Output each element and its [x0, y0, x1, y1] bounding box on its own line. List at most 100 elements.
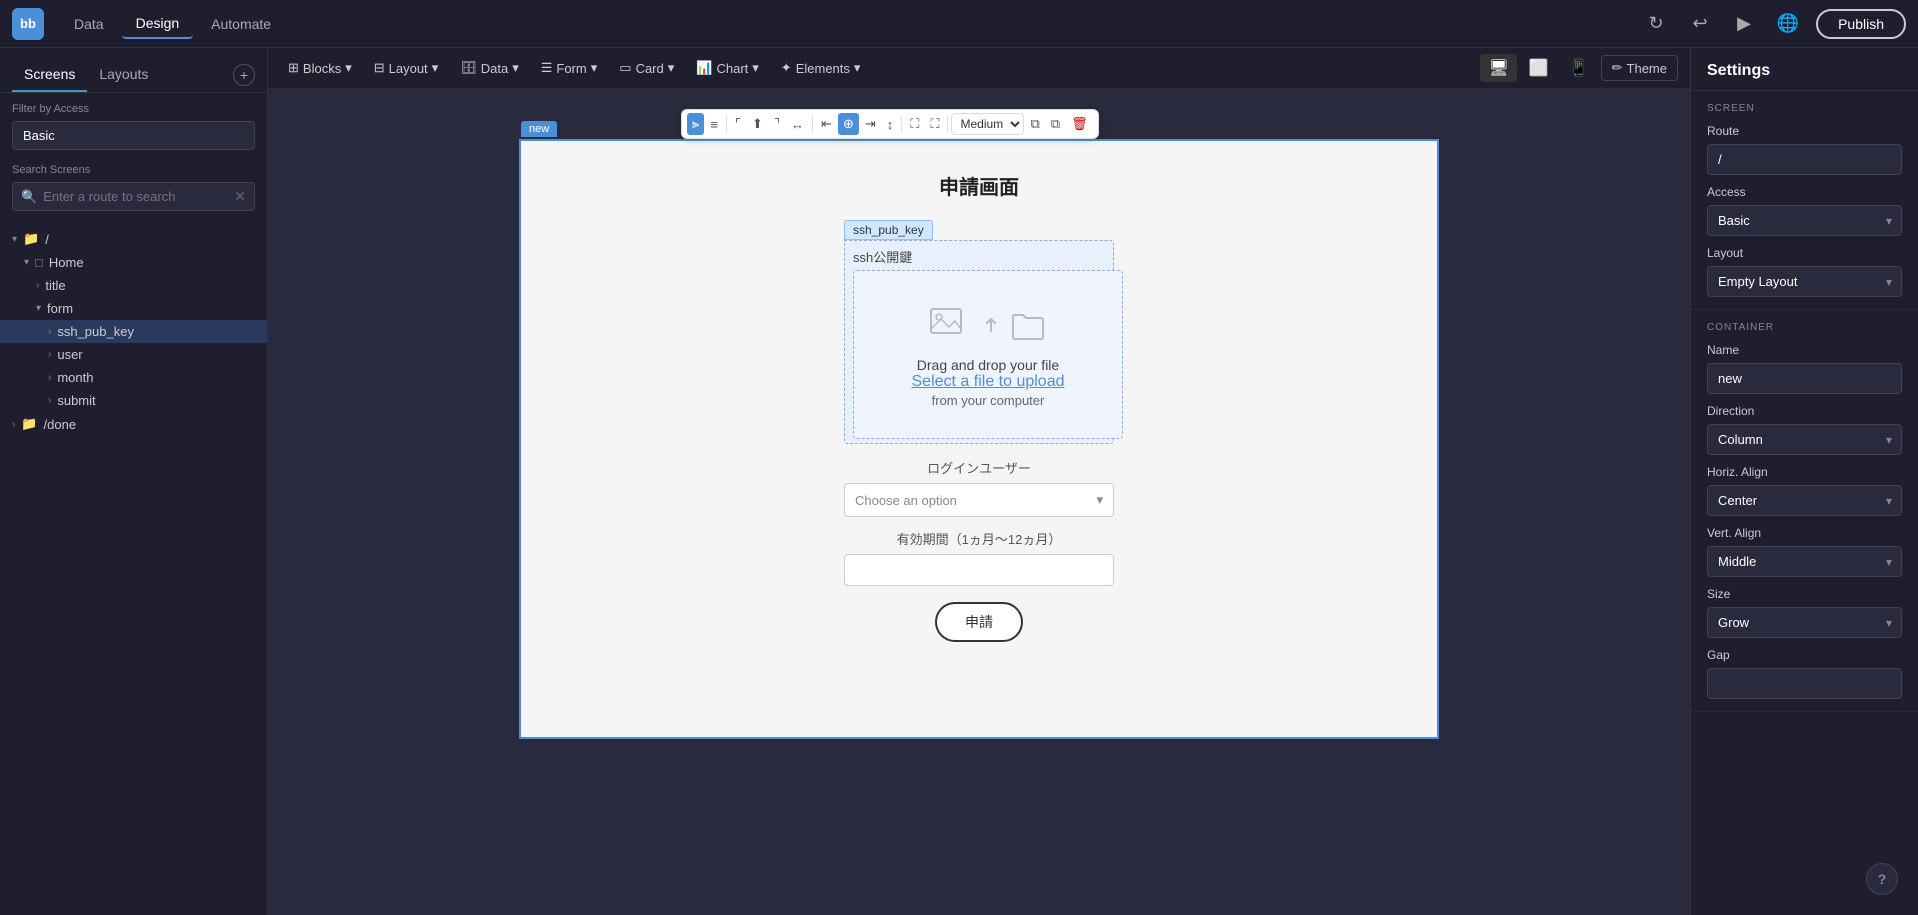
- shrink-button[interactable]: ⛶: [905, 113, 924, 135]
- chevron-right-icon: ›: [48, 372, 51, 383]
- undo-icon[interactable]: ↩: [1684, 8, 1716, 40]
- globe-icon[interactable]: 🌐: [1772, 8, 1804, 40]
- access-label: Access: [1707, 185, 1902, 199]
- submit-button[interactable]: 申請: [935, 602, 1023, 642]
- align-right-button[interactable]: ⇥: [860, 113, 881, 135]
- horiz-align-select[interactable]: Center Start End Stretch: [1707, 485, 1902, 516]
- ssh-field-label: ssh公開鍵: [853, 247, 1105, 266]
- vert-align-select[interactable]: Middle Top Bottom: [1707, 546, 1902, 577]
- search-input[interactable]: [43, 189, 234, 204]
- card-menu[interactable]: ▭ Card ▾: [611, 56, 682, 80]
- image-icon: [929, 301, 973, 345]
- route-input[interactable]: [1707, 144, 1902, 175]
- chart-menu[interactable]: 📊 Chart ▾: [688, 56, 767, 80]
- container-section: CONTAINER Name Direction Column Row Hori…: [1691, 310, 1918, 712]
- copy-button[interactable]: ⧉: [1025, 113, 1044, 135]
- align-left-button[interactable]: ⇤: [816, 113, 837, 135]
- tree-item-title[interactable]: › title: [0, 274, 267, 297]
- search-clear-button[interactable]: ✕: [234, 188, 246, 205]
- tablet-view-button[interactable]: ⬜: [1521, 54, 1557, 82]
- desktop-view-button[interactable]: 🖥: [1480, 54, 1516, 82]
- file-upload-box[interactable]: Drag and drop your file Select a file to…: [853, 270, 1123, 439]
- duplicate-button[interactable]: ⧉: [1046, 113, 1065, 135]
- layout-select-wrapper: Empty Layout Default Layout: [1707, 266, 1902, 297]
- data-menu[interactable]: 🗄 Data ▾: [452, 56, 527, 80]
- chevron-down-icon: ▾: [12, 234, 17, 245]
- tree-item-root[interactable]: ▾ 📁 /: [0, 227, 267, 251]
- tree-item-done[interactable]: › 📁 /done: [0, 412, 267, 436]
- elements-menu[interactable]: ✦ Elements ▾: [773, 56, 869, 80]
- chevron-down-icon: ▾: [752, 60, 759, 76]
- chevron-right-icon: ›: [48, 349, 51, 360]
- expand-button[interactable]: ⛶: [925, 113, 944, 135]
- drag-drop-text: Drag and drop your file: [917, 357, 1059, 373]
- name-input[interactable]: [1707, 363, 1902, 394]
- tree-item-month[interactable]: › month: [0, 366, 267, 389]
- align-top-center-button[interactable]: ⬆: [747, 113, 768, 135]
- size-select[interactable]: Grow Shrink Fixed: [1707, 607, 1902, 638]
- login-dropdown[interactable]: Choose an option ▾: [844, 483, 1114, 517]
- delete-button[interactable]: 🗑: [1066, 113, 1093, 135]
- align-stretch-v-button[interactable]: ↕: [882, 114, 899, 135]
- tree-item-home[interactable]: ▾ □ Home: [0, 251, 267, 274]
- blocks-icon: ⊞: [288, 60, 299, 76]
- form-menu[interactable]: ☰ Form ▾: [533, 56, 606, 80]
- upload-subtext: from your computer: [932, 393, 1045, 408]
- nav-tab-automate[interactable]: Automate: [197, 9, 285, 39]
- nav-tab-data[interactable]: Data: [60, 9, 118, 39]
- container-section-label: CONTAINER: [1707, 322, 1902, 333]
- chevron-right-icon: ›: [36, 280, 39, 291]
- tree-item-ssh-pub-key[interactable]: › ssh_pub_key: [0, 320, 267, 343]
- dropdown-arrow-icon: ▾: [1096, 492, 1103, 508]
- direction-select[interactable]: Column Row: [1707, 424, 1902, 455]
- login-label: ログインユーザー: [927, 458, 1031, 477]
- publish-button[interactable]: Publish: [1816, 9, 1906, 39]
- mobile-view-button[interactable]: 📱: [1561, 54, 1597, 82]
- help-button[interactable]: ?: [1866, 863, 1898, 895]
- refresh-icon[interactable]: ↻: [1640, 8, 1672, 40]
- align-center-button[interactable]: ⊕: [838, 113, 859, 135]
- align-top-right-button[interactable]: ⌝: [769, 113, 785, 135]
- tree-item-submit[interactable]: › submit: [0, 389, 267, 412]
- folder-icon: 📁: [21, 416, 37, 432]
- chevron-down-icon: ▾: [512, 60, 519, 76]
- nav-tab-design[interactable]: Design: [122, 9, 194, 39]
- play-icon[interactable]: ▶: [1728, 8, 1760, 40]
- nav-right: ↻ ↩ ▶ 🌐 Publish: [1640, 8, 1906, 40]
- align-columns-button[interactable]: ⫸: [687, 113, 704, 135]
- blocks-menu[interactable]: ⊞ Blocks ▾: [280, 56, 360, 80]
- sidebar-tab-screens[interactable]: Screens: [12, 58, 87, 92]
- tree-item-user[interactable]: › user: [0, 343, 267, 366]
- chevron-down-icon: ▾: [668, 60, 675, 76]
- theme-button[interactable]: ✏ Theme: [1601, 55, 1678, 81]
- sidebar: Screens Layouts + Filter by Access Basic…: [0, 48, 268, 915]
- route-label: Route: [1707, 124, 1902, 138]
- chevron-down-icon: ▾: [36, 303, 41, 314]
- align-top-left-button[interactable]: ⌜: [730, 113, 746, 135]
- gap-input[interactable]: [1707, 668, 1902, 699]
- canvas-badge: new: [521, 121, 557, 137]
- chevron-right-icon: ›: [12, 419, 15, 430]
- page-icon: □: [35, 255, 43, 270]
- chevron-down-icon: ▾: [345, 60, 352, 76]
- layout-select[interactable]: Empty Layout Default Layout: [1707, 266, 1902, 297]
- tree-item-form[interactable]: ▾ form: [0, 297, 267, 320]
- canvas-size-select[interactable]: Medium Large Small: [951, 113, 1024, 135]
- screen-tree: ▾ 📁 / ▾ □ Home › title ▾ form ›: [0, 219, 267, 915]
- add-screen-button[interactable]: +: [233, 64, 255, 86]
- select-file-link[interactable]: Select a file to upload: [912, 373, 1065, 391]
- filter-access-select[interactable]: Basic Admin Public: [12, 121, 255, 150]
- access-select[interactable]: Basic Admin Public: [1707, 205, 1902, 236]
- search-screens-label: Search Screens: [12, 164, 255, 176]
- name-label: Name: [1707, 343, 1902, 357]
- layout-menu[interactable]: ⊟ Layout ▾: [366, 56, 446, 80]
- layout-label: Layout: [1707, 246, 1902, 260]
- main-area: Screens Layouts + Filter by Access Basic…: [0, 48, 1918, 915]
- align-stretch-h-button[interactable]: ↔: [786, 114, 809, 135]
- canvas-content: 申請画面 ssh_pub_key ssh公開鍵: [521, 141, 1437, 672]
- canvas-scroll[interactable]: ⫸ ≡ ⌜ ⬆ ⌝ ↔ ⇤ ⊕ ⇥ ↕ ⛶ ⛶: [268, 89, 1690, 915]
- sidebar-tab-layouts[interactable]: Layouts: [87, 58, 160, 92]
- align-rows-button[interactable]: ≡: [705, 114, 723, 135]
- gap-label: Gap: [1707, 648, 1902, 662]
- period-input[interactable]: [844, 554, 1114, 586]
